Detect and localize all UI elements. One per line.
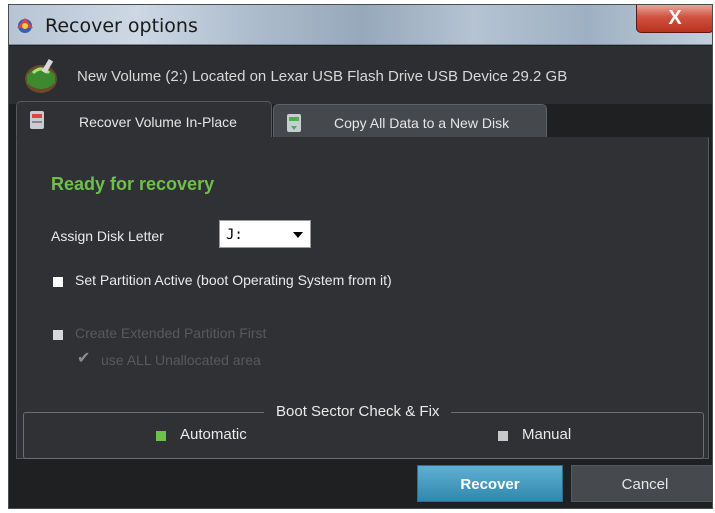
set-partition-active-label[interactable]: Set Partition Active (boot Operating Sys… (75, 272, 392, 288)
close-button[interactable]: X (636, 5, 712, 33)
assign-disk-letter-label: Assign Disk Letter (51, 228, 164, 244)
tab-label: Recover Volume In-Place (79, 114, 237, 130)
automatic-radio[interactable] (156, 431, 166, 441)
recover-options-dialog: Recover options X New Volume (2:) Locate… (8, 4, 713, 509)
app-icon (17, 18, 33, 33)
manual-label[interactable]: Manual (522, 426, 571, 443)
title-bar[interactable]: Recover options X (9, 5, 712, 45)
automatic-label[interactable]: Automatic (180, 426, 247, 443)
window-title: Recover options (45, 15, 198, 37)
checkmark-icon: ✔ (77, 350, 91, 367)
use-all-unallocated-label: use ALL Unallocated area (101, 352, 261, 368)
recover-in-place-panel: Ready for recovery Assign Disk Letter J:… (16, 137, 709, 459)
cancel-button[interactable]: Cancel (571, 465, 712, 502)
manual-radio[interactable] (498, 431, 508, 441)
chevron-down-icon (293, 232, 303, 238)
disk-letter-value: J: (226, 227, 243, 243)
create-extended-partition-label: Create Extended Partition First (75, 325, 267, 341)
boot-sector-title: Boot Sector Check & Fix (264, 403, 452, 420)
tab-recover-in-place[interactable]: Recover Volume In-Place (16, 101, 272, 138)
volume-header: New Volume (2:) Located on Lexar USB Fla… (9, 46, 712, 104)
tab-label: Copy All Data to a New Disk (334, 115, 510, 131)
close-icon: X (668, 7, 682, 29)
recover-button[interactable]: Recover (417, 465, 563, 502)
boot-sector-group: Boot Sector Check & Fix Automatic Manual (23, 403, 704, 459)
tab-copy-all-data[interactable]: Copy All Data to a New Disk (273, 104, 547, 138)
set-partition-active-checkbox[interactable] (53, 277, 63, 287)
status-text: Ready for recovery (51, 174, 215, 194)
disk-letter-select[interactable]: J: (219, 220, 311, 248)
disk-icon (30, 111, 44, 129)
create-extended-partition-checkbox (53, 330, 63, 340)
copy-disk-icon (287, 114, 301, 132)
volume-info: New Volume (2:) Located on Lexar USB Fla… (77, 68, 568, 85)
drive-recovery-icon (25, 58, 57, 93)
